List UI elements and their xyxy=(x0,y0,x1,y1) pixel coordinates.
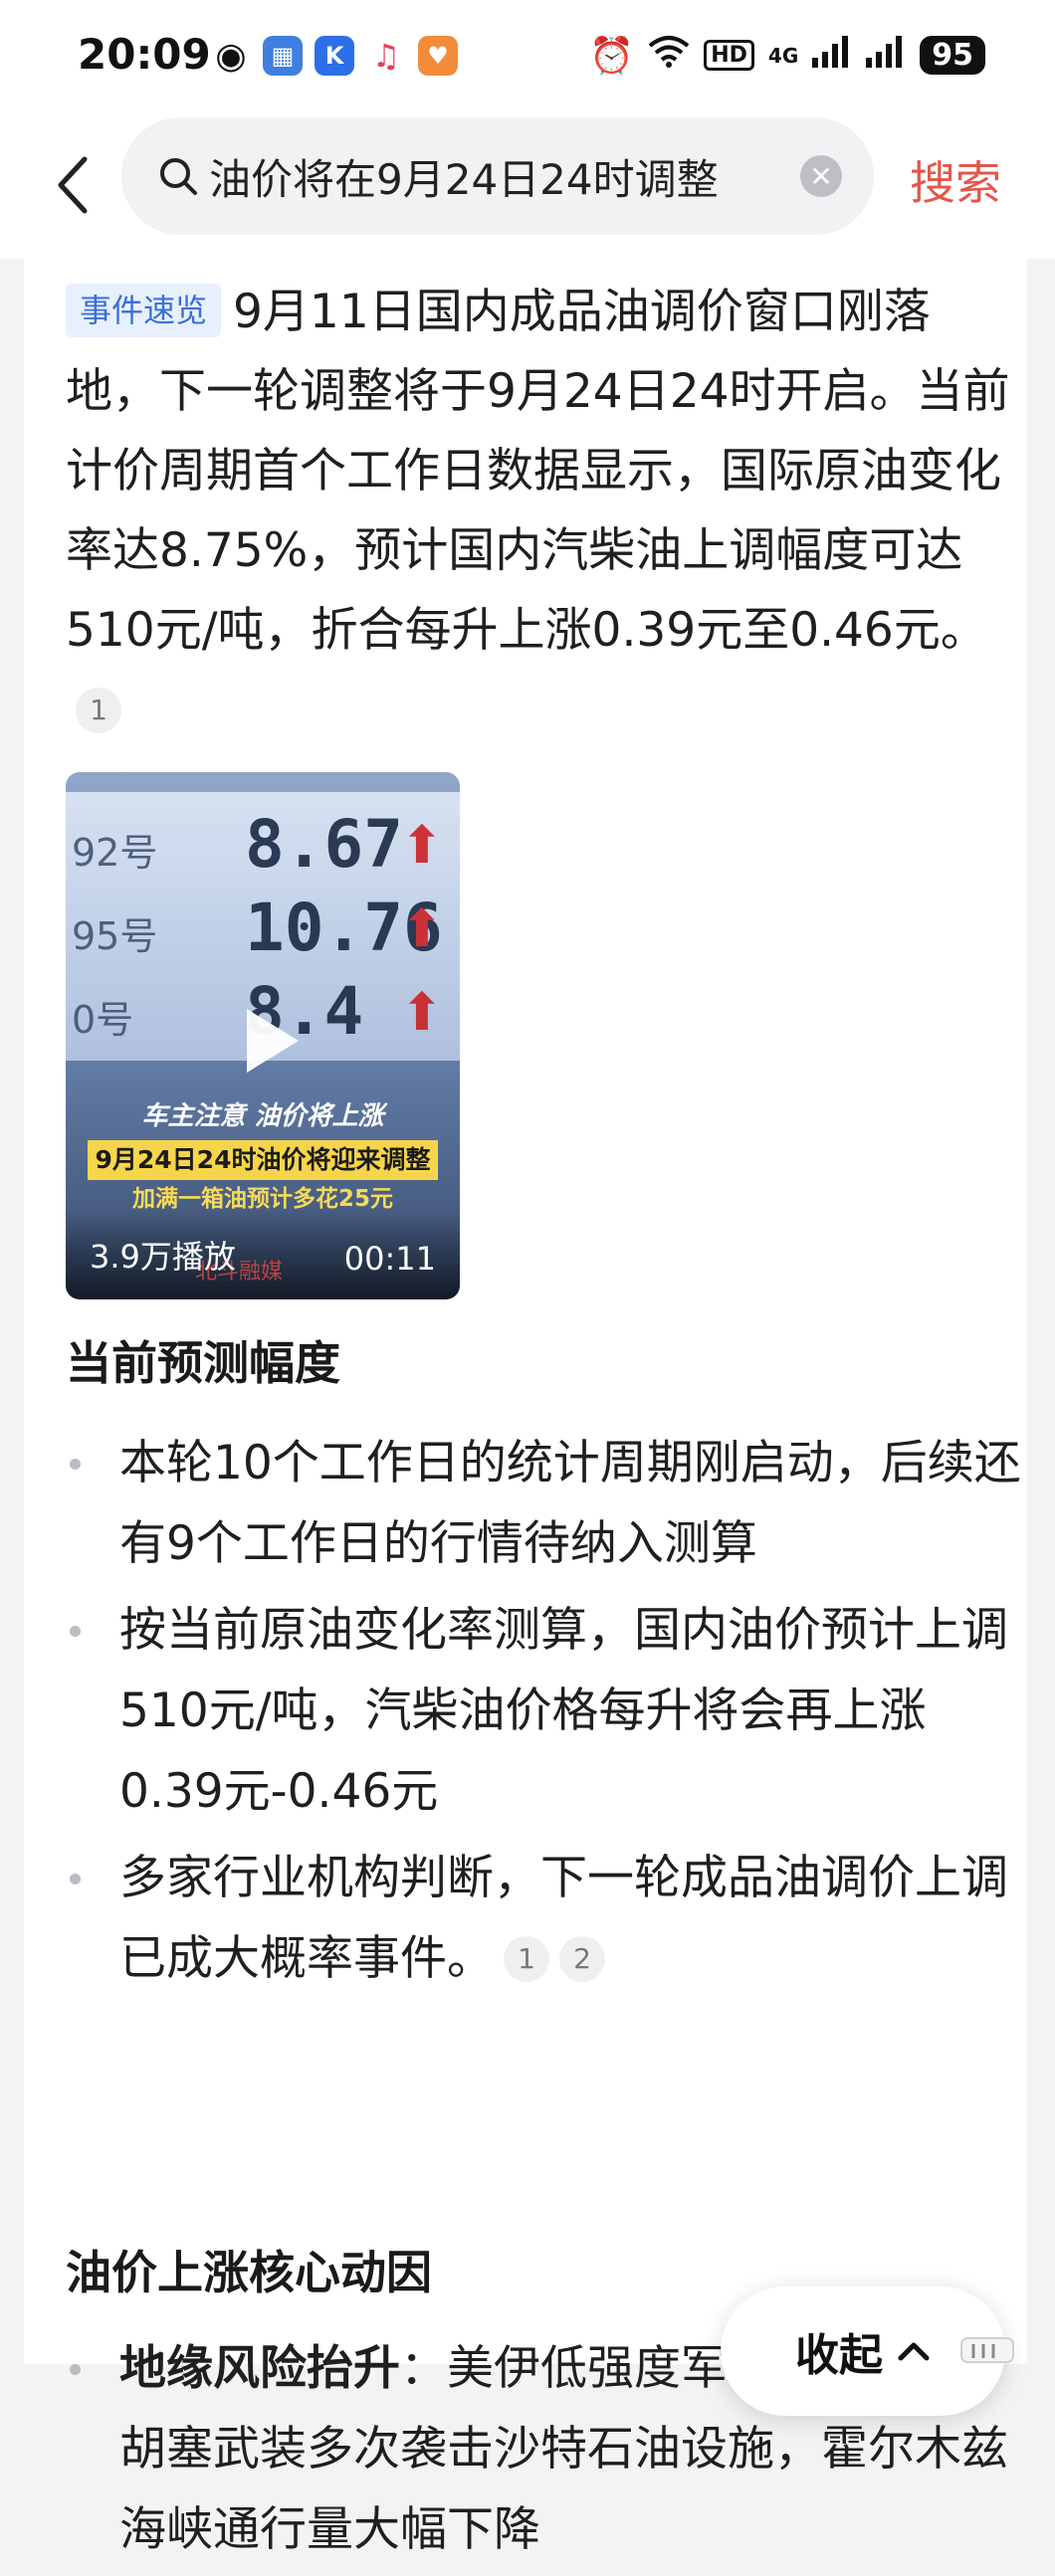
section-title: 油价上涨核心动因 xyxy=(66,2246,432,2299)
price-row: 95号 10.76 ⬆ xyxy=(66,886,460,969)
forecast-list: 本轮10个工作日的统计周期刚启动，后续还有9个工作日的行情待纳入测算 按当前原油… xyxy=(66,1423,1021,2005)
signal-icon-2 xyxy=(866,36,906,75)
bullet-dot xyxy=(70,1459,81,1470)
up-arrow-icon: ⬆ xyxy=(400,899,444,959)
battery-indicator: 95 xyxy=(920,36,985,75)
caption-line-2: 9月24日24时油价将迎来调整 xyxy=(87,1140,439,1180)
search-query-text[interactable]: 油价将在9月24日24时调整 xyxy=(209,146,766,207)
fuel-grade: 92号 xyxy=(72,831,158,875)
video-duration: 00:11 xyxy=(343,1240,436,1278)
citation-badge[interactable]: 1 xyxy=(76,688,121,733)
status-time: 20:09 xyxy=(78,30,211,79)
clear-search-button[interactable]: ✕ xyxy=(800,155,842,197)
video-footer: 北斗融媒 3.9万播放 00:11 xyxy=(66,1210,460,1299)
section-title: 当前预测幅度 xyxy=(66,1336,340,1390)
app-blue-icon: ▦ xyxy=(263,36,303,76)
list-item: 多家行业机构判断，下一轮成品油调价上调已成大概率事件。 1 2 xyxy=(66,1838,1021,1999)
summary-text: 9月11日国内成品油调价窗口刚落地，下一轮调整将于9月24日24时开启。当前计价… xyxy=(66,285,1010,658)
alarm-icon: ⏰ xyxy=(589,35,635,77)
caption-line-1: 车主注意 油价将上涨 xyxy=(141,1101,384,1131)
status-bar: 20:09 ◉ ▦ K ♫ ♥ ⏰ HD 4G 95 xyxy=(0,0,1055,111)
citation-badge[interactable]: 2 xyxy=(559,1936,605,1982)
list-item-lead: 地缘风险抬升 xyxy=(119,2341,400,2396)
signal-4g-label: 4G xyxy=(767,43,799,68)
video-caption: 车主注意 油价将上涨 9月24日24时油价将迎来调整 加满一箱油预计多花25元 xyxy=(66,1096,460,1218)
search-input[interactable]: 油价将在9月24日24时调整 ✕ xyxy=(121,117,874,235)
list-item-text: 按当前原油变化率测算，国内油价预计上调510元/吨，汽柴油价格每升将会再上涨0.… xyxy=(119,1603,1008,1819)
search-header: 油价将在9月24日24时调整 ✕ 搜索 xyxy=(0,111,1055,259)
music-icon: ♫ xyxy=(366,36,406,76)
chevron-left-icon xyxy=(58,156,88,214)
back-button[interactable] xyxy=(50,147,94,223)
citation-badge[interactable]: 1 xyxy=(504,1936,549,1982)
bullet-dot xyxy=(70,2364,81,2375)
list-item-text: 本轮10个工作日的统计周期刚启动，后续还有9个工作日的行情待纳入测算 xyxy=(119,1436,1021,1571)
bullet-dot xyxy=(70,1626,81,1637)
event-summary-tag[interactable]: 事件速览 xyxy=(66,284,222,337)
up-arrow-icon: ⬆ xyxy=(400,983,444,1043)
event-summary: 事件速览 9月11日国内成品油调价窗口刚落地，下一轮调整将于9月24日24时开启。… xyxy=(66,273,1013,750)
status-indicators: ⏰ HD 4G 95 xyxy=(589,34,985,77)
app-heart-icon: ♥ xyxy=(418,36,458,76)
play-count: 3.9万播放 xyxy=(90,1238,236,1276)
answer-card: 事件速览 9月11日国内成品油调价窗口刚落地，下一轮调整将于9月24日24时开启。… xyxy=(24,259,1027,2557)
search-icon xyxy=(157,155,199,197)
search-submit-button[interactable]: 搜索 xyxy=(910,147,1001,213)
chevron-up-icon xyxy=(898,2342,930,2361)
price-row: 92号 8.67 ⬆ xyxy=(66,802,460,886)
list-item: 按当前原油变化率测算，国内油价预计上调510元/吨，汽柴油价格每升将会再上涨0.… xyxy=(66,1590,1021,1832)
list-item: 本轮10个工作日的统计周期刚启动，后续还有9个工作日的行情待纳入测算 xyxy=(66,1423,1021,1584)
list-item-separator: ： xyxy=(400,2341,447,2396)
play-icon[interactable] xyxy=(229,1001,309,1081)
notification-icons: ◉ ▦ K ♫ ♥ xyxy=(211,36,458,77)
fuel-grade: 0号 xyxy=(72,998,134,1042)
up-arrow-icon: ⬆ xyxy=(400,816,444,876)
video-thumbnail[interactable]: 92号 8.67 ⬆ 95号 10.76 ⬆ 0号 8.4 ⬆ 车主注意 油价将… xyxy=(66,772,460,1299)
bullet-dot xyxy=(70,1874,81,1884)
signal-icon xyxy=(812,36,852,75)
app-k-icon: K xyxy=(315,36,354,76)
fuel-grade: 95号 xyxy=(72,914,158,958)
wifi-icon xyxy=(648,34,690,77)
fuel-price: 8.67 xyxy=(245,806,403,883)
wechat-icon: ◉ xyxy=(211,36,251,77)
floating-toolbar-icon[interactable] xyxy=(959,2334,1019,2364)
hd-badge: HD xyxy=(704,40,754,71)
close-icon: ✕ xyxy=(809,159,833,193)
collapse-label: 收起 xyxy=(795,2330,883,2381)
